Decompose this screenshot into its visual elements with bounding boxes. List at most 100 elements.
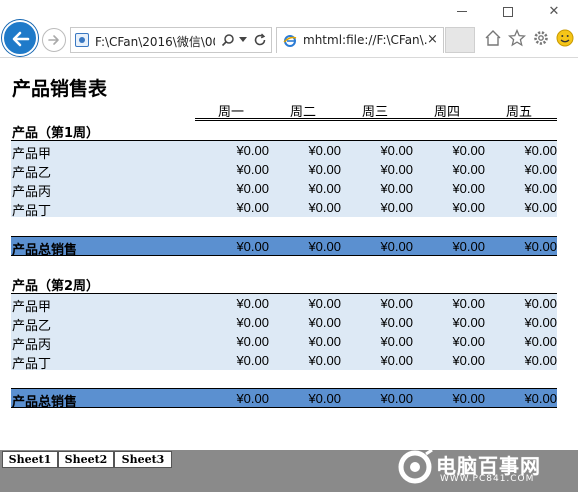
sheet-tab-1[interactable]: Sheet1 bbox=[2, 451, 58, 468]
search-icon[interactable] bbox=[221, 33, 235, 47]
close-window-button[interactable]: ✕ bbox=[539, 4, 569, 20]
cell-value: ¥0.00 bbox=[308, 334, 341, 349]
table-row: 产品甲 ¥0.00 ¥0.00 ¥0.00 ¥0.00 ¥0.00 bbox=[11, 294, 557, 315]
cell-value: ¥0.00 bbox=[380, 353, 413, 368]
weekday-header: 周二 bbox=[289, 105, 316, 120]
page-title: 产品销售表 bbox=[12, 78, 108, 100]
address-bar[interactable]: F:\CFan\2016\微信\00 bbox=[70, 27, 272, 53]
total-value: ¥0.00 bbox=[524, 239, 557, 254]
cell-value: ¥0.00 bbox=[380, 162, 413, 177]
ie-icon bbox=[283, 35, 297, 47]
total-value: ¥0.00 bbox=[308, 391, 341, 406]
total-value: ¥0.00 bbox=[236, 239, 269, 254]
cell-value: ¥0.00 bbox=[380, 200, 413, 215]
tab-close-icon[interactable]: × bbox=[427, 32, 438, 47]
cell-value: ¥0.00 bbox=[380, 296, 413, 311]
cell-value: ¥0.00 bbox=[308, 200, 341, 215]
cell-value: ¥0.00 bbox=[380, 181, 413, 196]
total-value: ¥0.00 bbox=[308, 239, 341, 254]
browser-chrome: ✕ F:\CFan\2016\微信\00 mhtml:file://F:\CFa… bbox=[0, 0, 578, 58]
close-icon: ✕ bbox=[548, 4, 560, 19]
cell-value: ¥0.00 bbox=[524, 334, 557, 349]
cell-value: ¥0.00 bbox=[524, 162, 557, 177]
cell-value: ¥0.00 bbox=[524, 353, 557, 368]
cell-value: ¥0.00 bbox=[452, 353, 485, 368]
weekday-header: 周四 bbox=[433, 105, 460, 120]
refresh-icon[interactable] bbox=[253, 33, 267, 47]
cell-value: ¥0.00 bbox=[236, 315, 269, 330]
watermark: 电脑百事网 WWW.PC841.COM bbox=[396, 448, 572, 488]
chevron-down-icon[interactable] bbox=[239, 37, 247, 42]
cell-value: ¥0.00 bbox=[452, 200, 485, 215]
table-row: 产品甲 ¥0.00 ¥0.00 ¥0.00 ¥0.00 ¥0.00 bbox=[11, 141, 557, 162]
cell-value: ¥0.00 bbox=[452, 315, 485, 330]
star-icon[interactable] bbox=[508, 29, 526, 47]
gear-icon[interactable] bbox=[532, 29, 550, 47]
cell-value: ¥0.00 bbox=[452, 143, 485, 158]
table-row: 产品丙 ¥0.00 ¥0.00 ¥0.00 ¥0.00 ¥0.00 bbox=[11, 179, 557, 200]
back-button[interactable] bbox=[2, 20, 38, 56]
arrow-left-icon bbox=[12, 31, 30, 47]
cell-value: ¥0.00 bbox=[452, 162, 485, 177]
arrow-right-icon bbox=[48, 35, 59, 45]
watermark-url: WWW.PC841.COM bbox=[440, 474, 535, 484]
total-value: ¥0.00 bbox=[524, 391, 557, 406]
sheet-tab-3[interactable]: Sheet3 bbox=[114, 451, 172, 468]
total-value: ¥0.00 bbox=[452, 391, 485, 406]
total-value: ¥0.00 bbox=[380, 391, 413, 406]
tab-title: mhtml:file://F:\CFan\... bbox=[303, 33, 427, 47]
document-area: 产品销售表 周一 周二 周三 周四 周五 产品（第1周） 产品甲 ¥0.00 ¥… bbox=[0, 59, 578, 450]
cell-value: ¥0.00 bbox=[524, 315, 557, 330]
cell-value: ¥0.00 bbox=[308, 181, 341, 196]
minimize-button[interactable] bbox=[447, 4, 477, 20]
cell-value: ¥0.00 bbox=[380, 143, 413, 158]
maximize-button[interactable] bbox=[493, 4, 523, 20]
cell-value: ¥0.00 bbox=[452, 296, 485, 311]
tab-document[interactable]: mhtml:file://F:\CFan\... × bbox=[276, 27, 444, 53]
smiley-icon[interactable] bbox=[556, 29, 574, 47]
cell-value: ¥0.00 bbox=[524, 143, 557, 158]
cell-value: ¥0.00 bbox=[236, 334, 269, 349]
table-row: 产品丁 ¥0.00 ¥0.00 ¥0.00 ¥0.00 ¥0.00 bbox=[11, 198, 557, 219]
cell-value: ¥0.00 bbox=[236, 162, 269, 177]
total-row: 产品总销售 ¥0.00 ¥0.00 ¥0.00 ¥0.00 ¥0.00 bbox=[11, 388, 557, 410]
total-row: 产品总销售 ¥0.00 ¥0.00 ¥0.00 ¥0.00 ¥0.00 bbox=[11, 236, 557, 258]
watermark-logo-icon bbox=[398, 448, 433, 484]
cell-value: ¥0.00 bbox=[308, 353, 341, 368]
cell-value: ¥0.00 bbox=[236, 181, 269, 196]
cell-value: ¥0.00 bbox=[452, 181, 485, 196]
section-title: 产品（第2周） bbox=[12, 279, 100, 294]
weekday-header: 周五 bbox=[505, 105, 532, 120]
cell-value: ¥0.00 bbox=[380, 334, 413, 349]
cell-value: ¥0.00 bbox=[236, 143, 269, 158]
cell-value: ¥0.00 bbox=[524, 296, 557, 311]
total-value: ¥0.00 bbox=[236, 391, 269, 406]
total-label: 产品总销售 bbox=[12, 395, 78, 410]
table-row: 产品丁 ¥0.00 ¥0.00 ¥0.00 ¥0.00 ¥0.00 bbox=[11, 351, 557, 372]
cell-value: ¥0.00 bbox=[236, 296, 269, 311]
table-row: 产品乙 ¥0.00 ¥0.00 ¥0.00 ¥0.00 ¥0.00 bbox=[11, 160, 557, 181]
minimize-icon bbox=[457, 11, 467, 12]
forward-button[interactable] bbox=[42, 28, 66, 52]
cell-value: ¥0.00 bbox=[236, 200, 269, 215]
cell-value: ¥0.00 bbox=[524, 181, 557, 196]
home-icon[interactable] bbox=[484, 29, 502, 47]
cell-value: ¥0.00 bbox=[308, 296, 341, 311]
new-tab-button[interactable] bbox=[445, 27, 475, 53]
weekday-header: 周一 bbox=[217, 105, 244, 120]
weekday-header-row: 周一 周二 周三 周四 周五 bbox=[195, 99, 557, 121]
site-icon bbox=[75, 33, 89, 47]
row-label: 产品丁 bbox=[12, 204, 52, 219]
total-value: ¥0.00 bbox=[452, 239, 485, 254]
cell-value: ¥0.00 bbox=[308, 143, 341, 158]
cell-value: ¥0.00 bbox=[308, 315, 341, 330]
cell-value: ¥0.00 bbox=[452, 334, 485, 349]
address-url: F:\CFan\2016\微信\00 bbox=[95, 35, 215, 49]
row-label: 产品丁 bbox=[12, 357, 52, 372]
cell-value: ¥0.00 bbox=[308, 162, 341, 177]
weekday-header: 周三 bbox=[361, 105, 388, 120]
total-value: ¥0.00 bbox=[380, 239, 413, 254]
sheet-tab-2[interactable]: Sheet2 bbox=[58, 451, 114, 468]
table-row: 产品丙 ¥0.00 ¥0.00 ¥0.00 ¥0.00 ¥0.00 bbox=[11, 332, 557, 353]
maximize-icon bbox=[503, 6, 513, 17]
